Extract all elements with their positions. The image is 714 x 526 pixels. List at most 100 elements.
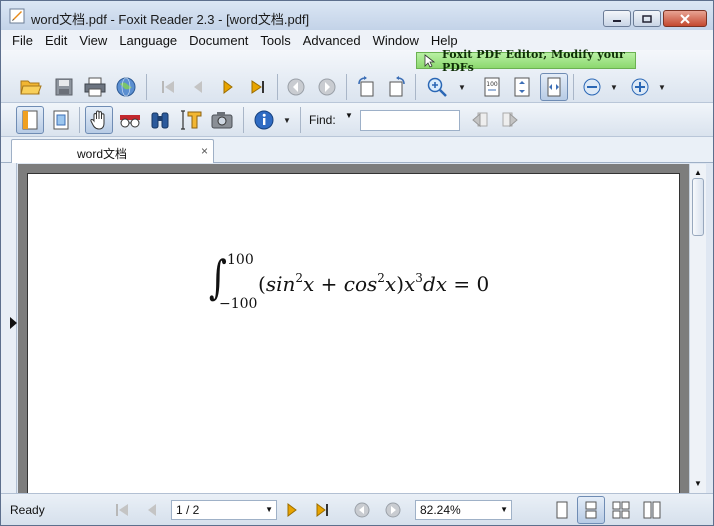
search-binoculars-button[interactable] [147, 107, 173, 133]
page-thumbnails-button[interactable] [48, 107, 74, 133]
go-forward-button[interactable] [314, 74, 340, 100]
zoom-in-button[interactable] [627, 74, 653, 100]
minimize-icon [613, 19, 621, 22]
menu-advanced[interactable]: Advanced [297, 33, 367, 48]
document-tab-strip: word文档 × [1, 137, 713, 163]
pdf-page[interactable]: ∫ 100 −100 (sin2x + cos2x)x3dx = 0 [27, 173, 680, 493]
bookmarks-panel-button[interactable] [16, 106, 44, 134]
scroll-down-arrow-icon[interactable]: ▼ [694, 479, 702, 488]
title-bar: word文档.pdf - Foxit Reader 2.3 - [word文档.… [1, 1, 713, 30]
snapshot-button[interactable] [209, 107, 235, 133]
continuous-layout-button[interactable] [577, 496, 605, 524]
integrand-expression: (sin2x + cos2x)x3dx = 0 [258, 271, 490, 296]
status-next-page-button[interactable] [279, 497, 305, 523]
single-page-layout-button[interactable] [549, 497, 575, 523]
web-button[interactable] [113, 74, 139, 100]
properties-dropdown[interactable]: ▼ [282, 107, 292, 133]
close-icon [680, 13, 690, 24]
toolbar-separator [79, 107, 80, 133]
go-back-button[interactable] [283, 74, 309, 100]
vertical-scrollbar[interactable]: ▲ ▼ [689, 164, 706, 493]
first-page-button[interactable] [155, 74, 181, 100]
promo-banner[interactable]: Foxit PDF Editor, Modify your PDFs [416, 48, 636, 74]
menu-document[interactable]: Document [183, 33, 254, 48]
print-button[interactable] [82, 74, 108, 100]
previous-page-icon [194, 81, 202, 93]
minimize-button[interactable] [603, 10, 631, 27]
status-first-page-button[interactable] [109, 497, 135, 523]
toolbar-separator [146, 74, 147, 100]
next-page-icon [223, 80, 233, 94]
rotate-left-button[interactable] [353, 74, 379, 100]
actual-size-button[interactable]: 100 [479, 74, 505, 100]
navigation-panel-gutter[interactable] [1, 163, 17, 493]
find-next-icon [502, 112, 518, 128]
previous-page-button[interactable] [185, 74, 211, 100]
menu-tools[interactable]: Tools [254, 33, 296, 48]
find-options-dropdown[interactable]: ▼ [345, 111, 353, 120]
menu-window[interactable]: Window [367, 33, 425, 48]
last-page-button[interactable] [245, 74, 271, 100]
secondary-toolbar: ▼ Find: ▼ [1, 103, 713, 137]
status-last-page-button[interactable] [310, 497, 336, 523]
rotate-page-left-icon [358, 76, 374, 97]
menu-view[interactable]: View [73, 33, 113, 48]
menu-edit[interactable]: Edit [39, 33, 73, 48]
floppy-save-icon [55, 78, 73, 96]
menu-help[interactable]: Help [425, 33, 464, 48]
zoom-in-magnifier-icon [427, 77, 447, 97]
thumbnail-page-icon [53, 110, 69, 130]
text-cursor-t-icon [181, 110, 202, 130]
document-tab[interactable]: word文档 × [11, 139, 214, 163]
foxit-app-icon[interactable] [9, 8, 25, 24]
status-text: Ready [10, 503, 45, 517]
close-button[interactable] [663, 10, 707, 27]
globe-icon [116, 77, 136, 97]
zoom-level-field[interactable]: 82.24% ▼ [415, 500, 512, 520]
hand-tool-button[interactable] [85, 106, 113, 134]
select-text-button[interactable] [117, 107, 143, 133]
status-previous-page-button[interactable] [139, 497, 165, 523]
fit-page-icon [514, 77, 530, 97]
menu-language[interactable]: Language [113, 33, 183, 48]
fit-page-button[interactable] [509, 74, 535, 100]
last-page-icon [316, 503, 328, 517]
back-circle-icon [354, 502, 370, 518]
upper-limit: 100 [227, 252, 254, 268]
typewriter-button[interactable] [179, 107, 205, 133]
glasses-icon [120, 115, 140, 128]
menu-file[interactable]: File [12, 33, 39, 48]
find-next-button[interactable] [497, 107, 523, 133]
toolbar-separator [573, 74, 574, 100]
zoom-in-dropdown[interactable]: ▼ [657, 74, 667, 100]
scrollbar-thumb[interactable] [692, 178, 704, 236]
status-go-back-button[interactable] [349, 497, 375, 523]
document-properties-button[interactable] [251, 107, 277, 133]
facing-layout-button[interactable] [608, 497, 634, 523]
page-number-field[interactable]: 1 / 2 ▼ [171, 500, 277, 520]
find-previous-button[interactable] [467, 107, 493, 133]
tab-close-icon[interactable]: × [201, 144, 208, 158]
printer-icon [84, 77, 106, 97]
expand-panel-arrow-icon[interactable] [10, 317, 17, 329]
zoom-out-button[interactable] [579, 74, 605, 100]
fit-width-icon [547, 77, 561, 97]
open-button[interactable] [18, 74, 44, 100]
find-input[interactable] [360, 110, 460, 131]
continuous-facing-layout-button[interactable] [639, 497, 665, 523]
next-page-button[interactable] [215, 74, 241, 100]
page-number-value: 1 / 2 [176, 503, 200, 517]
document-view[interactable]: ∫ 100 −100 (sin2x + cos2x)x3dx = 0 [18, 164, 689, 493]
zoom-out-dropdown[interactable]: ▼ [609, 74, 619, 100]
scroll-up-arrow-icon[interactable]: ▲ [694, 168, 702, 177]
status-go-forward-button[interactable] [380, 497, 406, 523]
zoom-tool-button[interactable] [424, 74, 450, 100]
maximize-button[interactable] [633, 10, 661, 27]
fit-width-button[interactable] [540, 73, 568, 101]
save-button[interactable] [51, 74, 77, 100]
page-dropdown-arrow-icon[interactable]: ▼ [265, 505, 273, 514]
zoom-tool-dropdown[interactable]: ▼ [457, 74, 467, 100]
foxit-reader-window: word文档.pdf - Foxit Reader 2.3 - [word文档.… [0, 0, 714, 526]
zoom-dropdown-arrow-icon[interactable]: ▼ [500, 505, 508, 514]
rotate-right-button[interactable] [384, 74, 410, 100]
